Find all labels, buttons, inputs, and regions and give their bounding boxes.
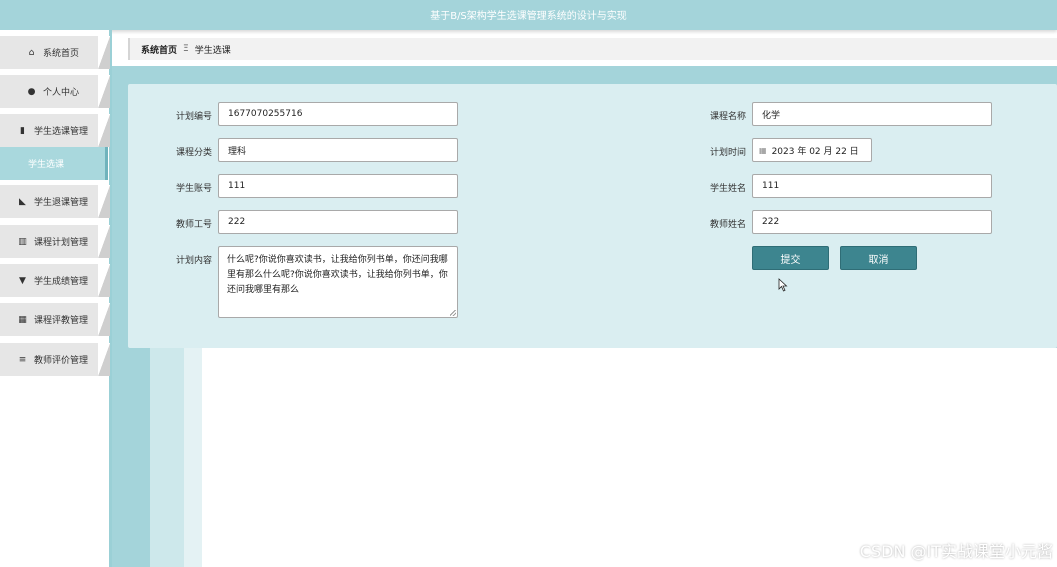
user-icon: ● bbox=[27, 86, 36, 97]
sidebar-subitem-student-selection[interactable]: 学生选课 bbox=[0, 147, 108, 180]
course-category-input[interactable]: 理科 bbox=[218, 138, 458, 162]
sidebar-item-label: 学生成绩管理 bbox=[34, 277, 89, 287]
sidebar-item-label: 课程计划管理 bbox=[34, 238, 89, 248]
breadcrumb-home[interactable]: 系统首页 bbox=[141, 43, 177, 56]
breadcrumb-current: 学生选课 bbox=[194, 45, 231, 56]
sidebar-item-label: 系统首页 bbox=[43, 49, 80, 59]
plan-content-text: 什么呢?你说你喜欢读书，让我给你列书单，你还问我哪里有那么什么呢?你说你喜欢读书… bbox=[227, 255, 448, 295]
sidebar-item-label: 个人中心 bbox=[43, 88, 80, 98]
top-header-bar: 基于B/S架构学生选课管理系统的设计与实现 bbox=[0, 0, 1057, 30]
sidebar-item-teacher-evaluation[interactable]: ≡ 教师评价管理 bbox=[0, 343, 110, 376]
sidebar-item-home[interactable]: ⌂ 系统首页 bbox=[0, 36, 110, 69]
course-name-input[interactable]: 化学 bbox=[752, 102, 992, 126]
watermark: CSDN @IT实战课堂小元酱 bbox=[859, 542, 1053, 561]
course-name-label: 课程名称 bbox=[709, 112, 746, 122]
breadcrumb: 系统首页 Ξ 学生选课 bbox=[128, 38, 1057, 60]
app-title: 基于B/S架构学生选课管理系统的设计与实现 bbox=[430, 11, 627, 22]
resize-handle-icon[interactable] bbox=[450, 310, 456, 316]
sidebar-item-course-evaluation[interactable]: ▦ 课程评教管理 bbox=[0, 303, 110, 336]
list-icon: ≡ bbox=[18, 354, 27, 365]
grid-icon: ▦ bbox=[18, 314, 27, 325]
course-category-label: 课程分类 bbox=[175, 148, 212, 158]
content-stripe bbox=[184, 348, 202, 567]
student-name-input[interactable]: 111 bbox=[752, 174, 992, 198]
content-stripe bbox=[150, 348, 184, 567]
sidebar-item-profile[interactable]: ● 个人中心 bbox=[0, 75, 110, 108]
teacher-no-label: 教师工号 bbox=[175, 220, 212, 230]
plan-time-date-picker[interactable]: ▦ 2023 年 02 月 22 日 bbox=[752, 138, 872, 162]
sidebar-item-label: 课程评教管理 bbox=[34, 316, 89, 326]
sidebar-item-label: 教师评价管理 bbox=[34, 356, 89, 366]
teacher-no-input[interactable]: 222 bbox=[218, 210, 458, 234]
home-icon: ⌂ bbox=[28, 47, 35, 58]
sidebar-item-course-drop[interactable]: ◣ 学生退课管理 bbox=[0, 185, 110, 218]
cancel-button[interactable]: 取消 bbox=[840, 246, 917, 270]
teacher-name-label: 教师姓名 bbox=[709, 220, 746, 230]
student-name-label: 学生姓名 bbox=[709, 184, 746, 194]
plan-content-textarea[interactable]: 什么呢?你说你喜欢读书，让我给你列书单，你还问我哪里有那么什么呢?你说你喜欢读书… bbox=[218, 246, 458, 318]
plan-time-value: 2023 年 02 月 22 日 bbox=[771, 146, 859, 157]
content-blank-area bbox=[202, 348, 1057, 567]
sidebar-item-course-plan[interactable]: ▥ 课程计划管理 bbox=[0, 225, 110, 258]
plan-no-input[interactable]: 1677070255716 bbox=[218, 102, 458, 126]
plan-time-label: 计划时间 bbox=[709, 148, 746, 158]
calendar-icon: ▦ bbox=[759, 145, 767, 155]
teacher-name-input[interactable]: 222 bbox=[752, 210, 992, 234]
submit-button[interactable]: 提交 bbox=[752, 246, 829, 270]
books-icon: ▮ bbox=[20, 125, 25, 136]
sidebar-item-course-selection[interactable]: ▮ 学生选课管理 bbox=[0, 114, 110, 147]
mouse-cursor-icon bbox=[778, 278, 788, 292]
student-account-label: 学生账号 bbox=[175, 184, 212, 194]
trophy-icon: ▼ bbox=[19, 275, 26, 286]
sidebar-subitem-label: 学生选课 bbox=[28, 160, 65, 170]
thumb-icon: ◣ bbox=[19, 196, 26, 207]
bar-chart-icon: ▥ bbox=[18, 236, 27, 247]
sidebar-item-grades[interactable]: ▼ 学生成绩管理 bbox=[0, 264, 110, 297]
student-account-input[interactable]: 111 bbox=[218, 174, 458, 198]
sidebar-item-label: 学生退课管理 bbox=[34, 198, 89, 208]
plan-no-label: 计划编号 bbox=[175, 112, 212, 122]
sidebar: ⌂ 系统首页 ● 个人中心 ▮ 学生选课管理 学生选课 ◣ 学生退课管理 ▥ 课… bbox=[0, 30, 112, 567]
plan-content-label: 计划内容 bbox=[175, 256, 212, 266]
sidebar-item-label: 学生选课管理 bbox=[34, 127, 89, 137]
breadcrumb-separator: Ξ bbox=[183, 44, 189, 54]
